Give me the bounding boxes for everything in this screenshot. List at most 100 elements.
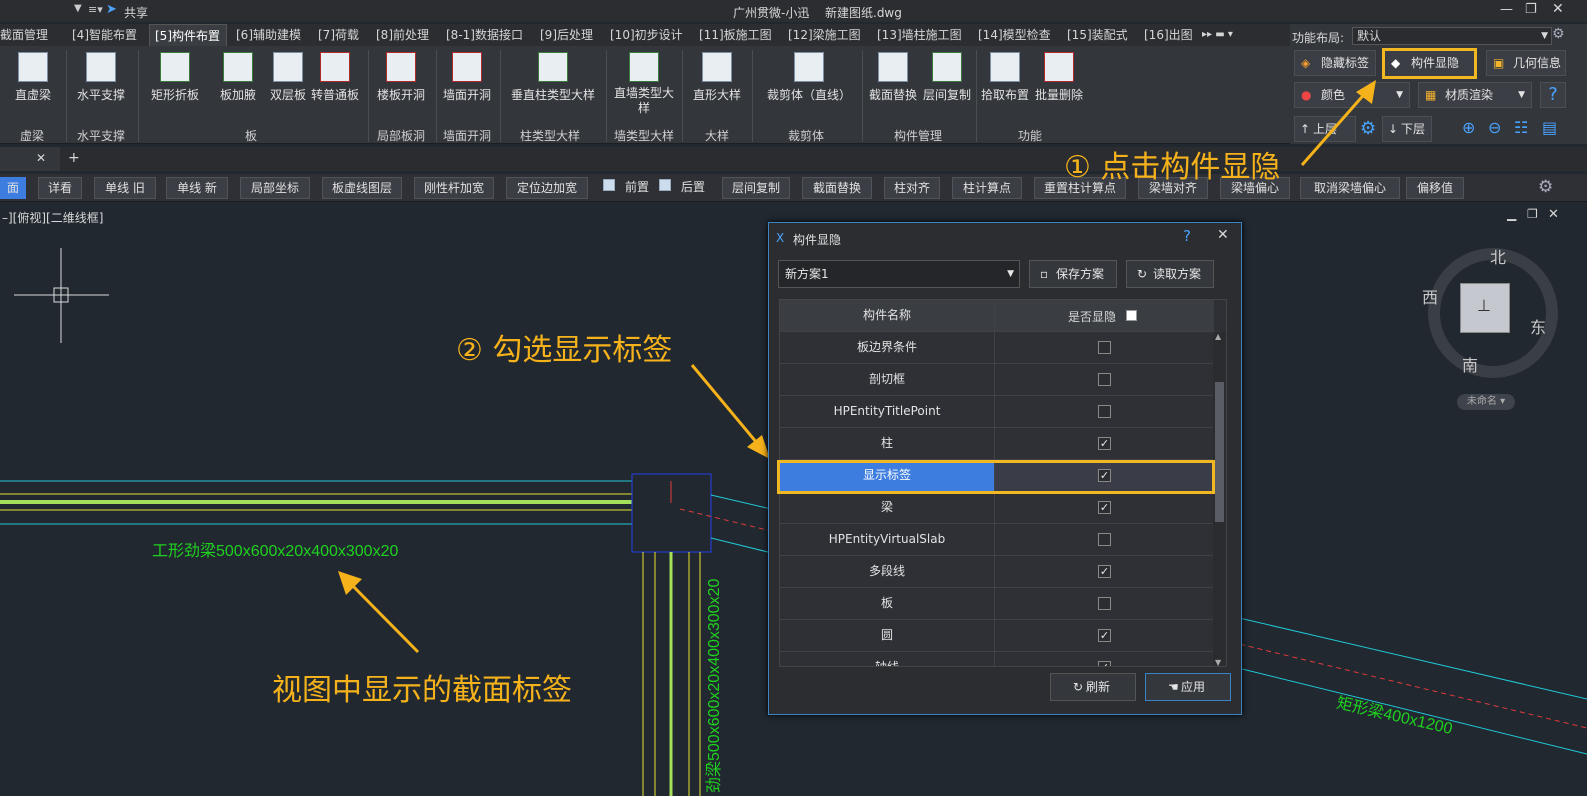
visibility-checkbox[interactable] [1098,373,1111,386]
apply-button[interactable]: ☚ 应用 [1145,673,1231,701]
visibility-checkbox[interactable] [1098,533,1111,546]
table-row[interactable]: 柱 ✓ [780,428,1214,460]
double-slab-button[interactable]: 双层板 [266,52,310,103]
batch-delete-button[interactable]: 批量删除 [1032,52,1086,103]
document-tab[interactable] [0,147,60,171]
tab-preliminary-design[interactable]: [10]初步设计 [610,24,683,46]
table-row[interactable]: 梁 ✓ [780,492,1214,524]
visibility-checkbox[interactable]: ✓ [1098,565,1111,578]
tab-aux-modeling[interactable]: [6]辅助建模 [236,24,301,46]
scroll-down-icon[interactable]: ▼ [1215,658,1221,666]
slab-haunch-button[interactable]: 板加腋 [216,52,260,103]
visibility-checkbox[interactable] [1098,597,1111,610]
command-button[interactable]: 柱对齐 [884,177,940,199]
tab-component-layout[interactable]: [5]构件布置 [149,24,227,46]
command-button[interactable]: 局部坐标 [240,177,310,199]
command-button[interactable]: 截面替换 [802,177,872,199]
tab-slab-drawing[interactable]: [11]板施工图 [699,24,772,46]
ucs-dropdown[interactable]: 未命名 ▾ [1457,394,1515,410]
straight-detail-button[interactable]: 直形大样 [690,52,744,103]
scroll-up-icon[interactable]: ▲ [1215,332,1221,341]
tab-prefab[interactable]: [15]装配式 [1067,24,1128,46]
command-button[interactable]: 柱计算点 [952,177,1022,199]
properties-icon[interactable]: ☷ [1514,118,1528,137]
section-replace-button[interactable]: 截面替换 [866,52,920,103]
tab-section-manage[interactable]: 截面管理 [0,24,48,46]
visibility-checkbox[interactable]: ✓ [1098,437,1111,450]
command-button[interactable]: 层间复制 [722,177,790,199]
zoom-in-icon[interactable]: ⊕ [1462,118,1475,137]
close-tab-icon[interactable]: ✕ [36,151,46,165]
rect-folded-slab-button[interactable]: 矩形折板 [148,52,202,103]
visibility-checkbox[interactable]: ✓ [1098,661,1111,666]
document-icon[interactable]: ▤ [1542,118,1557,137]
tab-load[interactable]: [7]荷载 [318,24,359,46]
table-row[interactable]: 板 [780,588,1214,620]
straight-wall-detail-button[interactable]: 直墙类型大样 [612,52,676,116]
view-cube[interactable]: ⊥ [1460,283,1510,333]
share-button[interactable]: 共享 [124,4,148,21]
close-icon[interactable]: ✕ [1552,1,1564,17]
send-back-button[interactable]: 后置 [656,177,706,199]
help-icon[interactable]: ? [1540,82,1566,108]
slab-opening-button[interactable]: 楼板开洞 [374,52,428,103]
visibility-checkbox[interactable]: ✓ [1098,501,1111,514]
table-row[interactable]: 板边界条件 [780,332,1214,364]
tab-output-drawing[interactable]: [16]出图 [1144,24,1193,46]
restore-icon[interactable]: ❐ [1525,2,1537,17]
layout-select[interactable]: 默认 ▼ [1352,27,1552,45]
dialog-close-icon[interactable]: ✕ [1217,227,1229,243]
share-icon[interactable]: ➤ [106,2,117,17]
tab-data-interface[interactable]: [8-1]数据接口 [446,24,523,46]
bring-front-button[interactable]: 前置 [600,177,650,199]
tab-overflow-icon[interactable]: ▸▸ ▬ ▾ [1202,24,1233,46]
tab-postprocess[interactable]: [9]后处理 [540,24,593,46]
command-button[interactable]: 偏移值 [1406,177,1464,199]
command-button[interactable]: 单线 旧 [94,177,156,199]
wall-opening-button[interactable]: 墙面开洞 [440,52,494,103]
visibility-checkbox[interactable]: ✓ [1098,629,1111,642]
zoom-out-icon[interactable]: ⊖ [1488,118,1501,137]
grid-scrollbar[interactable]: ▲ ▼ [1213,332,1226,666]
command-button[interactable]: 详看 [38,177,82,199]
toolbar-settings-icon[interactable]: ⚙ [1538,177,1553,197]
tab-beam-drawing[interactable]: [12]梁施工图 [788,24,861,46]
minimize-icon[interactable]: — [1500,2,1513,17]
tab-wall-column-drawing[interactable]: [13]墙柱施工图 [877,24,962,46]
clip-body-line-button[interactable]: 裁剪体（直线） [762,52,856,103]
vertical-column-detail-button[interactable]: 垂直柱类型大样 [508,52,598,103]
scroll-thumb[interactable] [1215,382,1224,522]
table-row[interactable]: 剖切框 [780,364,1214,396]
tab-model-check[interactable]: [14]模型检查 [978,24,1051,46]
geometry-info-button[interactable]: ▣ 几何信息 [1486,50,1566,76]
table-row[interactable]: 轴线 ✓ [780,652,1214,666]
to-normal-slab-button[interactable]: 转普通板 [310,52,360,103]
command-button[interactable]: 取消梁墙偏心 [1300,177,1400,199]
command-button[interactable]: 单线 新 [166,177,228,199]
select-all-checkbox[interactable] [1126,310,1137,321]
refresh-button[interactable]: ↻ 刷新 [1050,673,1136,701]
pick-layout-button[interactable]: 拾取布置 [978,52,1032,103]
material-render-button[interactable]: ▦ 材质渲染 ▼ [1418,82,1532,108]
add-tab-icon[interactable]: + [68,150,80,166]
tab-preprocess[interactable]: [8]前处理 [376,24,429,46]
save-scheme-button[interactable]: ▫ 保存方案 [1029,260,1117,288]
visibility-checkbox[interactable] [1098,341,1111,354]
scheme-select[interactable]: 新方案1 ▼ [778,260,1020,288]
command-button[interactable]: 刚性杆加宽 [414,177,494,199]
dialog-help-icon[interactable]: ? [1183,227,1191,245]
load-scheme-button[interactable]: ↻ 读取方案 [1126,260,1214,288]
visibility-checkbox[interactable] [1098,405,1111,418]
command-button-face[interactable]: 面 [0,177,26,199]
virtual-beam-button[interactable]: 直虚梁 [12,52,54,103]
tab-smart-layout[interactable]: [4]智能布置 [72,24,137,46]
dropdown-icon[interactable]: ▼ [74,3,82,14]
table-row[interactable]: 圆 ✓ [780,620,1214,652]
command-button[interactable]: 定位边加宽 [506,177,588,199]
menu-icon[interactable]: ≡▾ [88,3,103,16]
table-row[interactable]: HPEntityVirtualSlab [780,524,1214,556]
gear-icon[interactable]: ⚙ [1552,26,1565,42]
table-row[interactable]: HPEntityTitlePoint [780,396,1214,428]
table-row[interactable]: 多段线 ✓ [780,556,1214,588]
horizontal-brace-button[interactable]: 水平支撑 [72,52,130,103]
